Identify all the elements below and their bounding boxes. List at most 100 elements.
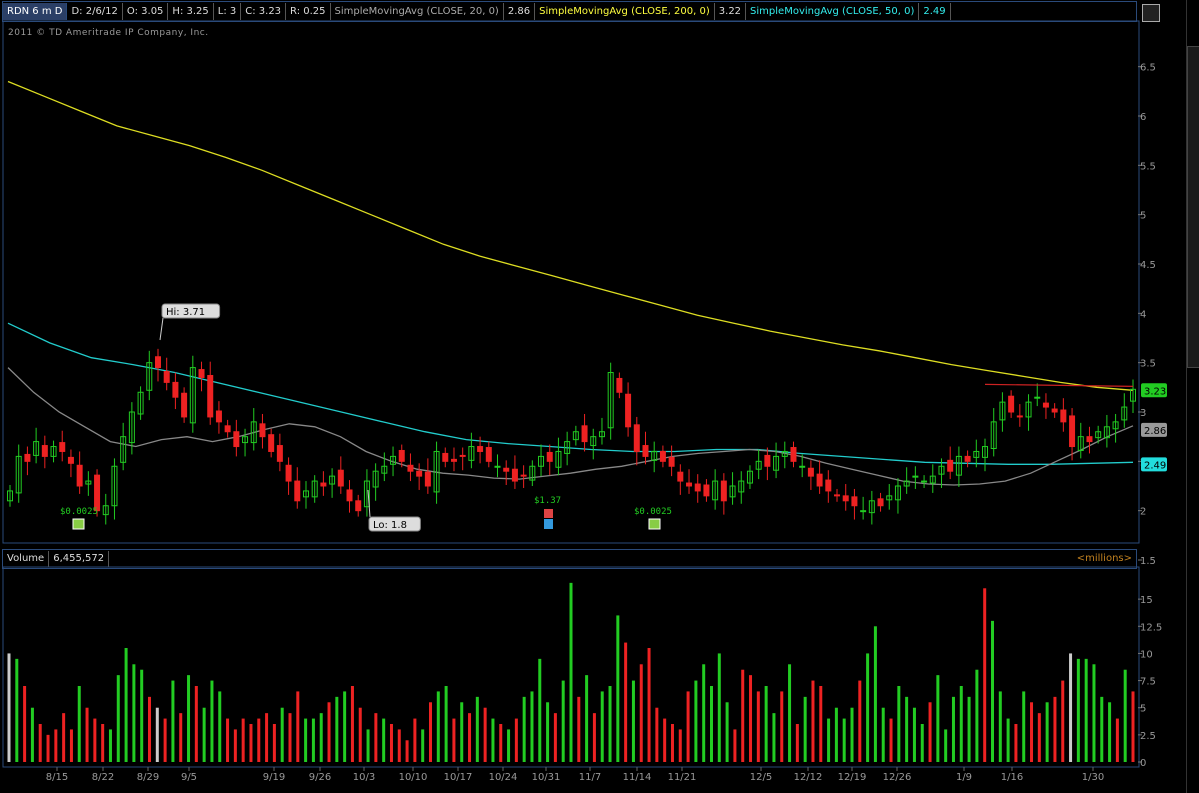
price-tick-label: 5 <box>1140 211 1146 222</box>
volume-bar <box>23 686 27 762</box>
volume-bar <box>226 718 230 762</box>
volume-bar <box>889 718 893 762</box>
volume-bar <box>7 653 11 762</box>
volume-bar <box>15 658 19 762</box>
volume-bar <box>928 702 932 762</box>
candle-body <box>285 464 292 482</box>
volume-bar <box>530 691 534 762</box>
volume-bar <box>249 724 253 762</box>
x-tick-label: 8/29 <box>137 772 159 783</box>
candle-body <box>355 500 362 512</box>
candle-body <box>1034 396 1041 399</box>
volume-bar <box>834 707 838 762</box>
candle-body <box>59 442 66 452</box>
candle-body <box>520 474 527 477</box>
volume-bar <box>452 718 456 762</box>
candle-body <box>442 452 449 462</box>
volume-bar <box>1108 702 1112 762</box>
volume-bar <box>241 718 245 762</box>
volume-bar <box>491 718 495 762</box>
volume-bar <box>444 686 448 762</box>
volume-bar <box>1045 702 1049 762</box>
volume-bar <box>382 718 386 762</box>
volume-bar <box>702 664 706 762</box>
volume-bar <box>413 718 417 762</box>
volume-bar <box>46 734 50 762</box>
volume-tick-label: 2.5 <box>1140 731 1156 742</box>
x-tick-label: 10/24 <box>489 772 518 783</box>
candle-body <box>163 371 170 383</box>
candle-body <box>807 467 814 477</box>
volume-bar <box>499 724 503 762</box>
volume-bar <box>1030 702 1034 762</box>
candle-body <box>1069 415 1076 448</box>
volume-bar <box>148 696 151 762</box>
candle-body <box>424 471 431 487</box>
x-tick-label: 1/16 <box>1001 772 1023 783</box>
volume-bar <box>655 707 659 762</box>
volume-bar <box>1037 713 1041 762</box>
low-annotation: Lo: 1.8 <box>373 520 407 531</box>
candle-body <box>581 425 588 443</box>
volume-bar <box>350 686 354 762</box>
volume-bar <box>343 691 347 762</box>
volume-bar <box>842 718 846 762</box>
volume-bar <box>140 669 144 762</box>
volume-bar <box>1115 718 1119 762</box>
volume-bar <box>187 675 191 762</box>
volume-bar <box>663 718 667 762</box>
volume-bar <box>366 729 370 762</box>
x-tick-label: 8/15 <box>46 772 68 783</box>
price-tick-label: 4 <box>1140 309 1146 320</box>
volume-bar <box>335 696 339 762</box>
volume-bar <box>179 713 183 762</box>
volume-bar <box>717 653 721 762</box>
volume-bar <box>920 724 924 762</box>
x-tick-label: 11/7 <box>579 772 601 783</box>
volume-bar <box>304 718 308 762</box>
candle-body <box>41 445 48 457</box>
volume-bar <box>93 718 97 762</box>
volume-bar <box>265 713 269 762</box>
volume-bar <box>397 729 401 762</box>
volume-bar <box>959 686 963 762</box>
candle-body <box>276 445 283 462</box>
candle-body <box>503 467 510 472</box>
volume-bar <box>1006 718 1010 762</box>
price-tick-label: 5.5 <box>1140 161 1156 172</box>
volume-bar <box>710 686 713 762</box>
volume-bar <box>608 686 612 762</box>
candle-body <box>416 470 423 477</box>
volume-bar <box>163 718 167 762</box>
x-tick-label: 9/26 <box>309 772 331 783</box>
volume-bar <box>460 702 464 762</box>
volume-bar <box>405 740 409 762</box>
price-chart[interactable]: 1.5 2 2.5 3 3.5 4 4.5 5 5.5 6 6.5 Hi: 3.71 Lo: 1.8 $0… <box>0 0 1186 793</box>
candle-body <box>294 480 301 502</box>
candle-body <box>268 434 275 452</box>
volume-bar <box>272 724 276 762</box>
candle-body <box>921 480 928 483</box>
earnings-icon <box>544 519 553 529</box>
volume-bar <box>202 707 206 762</box>
x-tick-label: 10/10 <box>399 772 428 783</box>
volume-bar <box>1061 680 1065 762</box>
volume-bar <box>991 620 994 762</box>
candle-body <box>912 475 919 478</box>
volume-bar <box>210 680 214 762</box>
scrollbar-thumb[interactable] <box>1187 46 1199 368</box>
price-tick-label: 2 <box>1140 507 1146 518</box>
volume-bar <box>881 707 885 762</box>
candle-body <box>1060 409 1067 423</box>
x-tick-label: 12/19 <box>838 772 867 783</box>
earnings-phone-icon <box>544 509 553 518</box>
volume-tick-label: 0 <box>1140 758 1146 769</box>
volume-bar <box>30 707 34 762</box>
volume-bar <box>1100 696 1104 762</box>
x-tick-label: 10/31 <box>532 772 561 783</box>
volume-bar <box>858 680 862 762</box>
candle-body <box>625 393 632 428</box>
price-tick-label: 3 <box>1140 408 1146 419</box>
volume-bar <box>670 724 674 762</box>
candle-body <box>233 431 240 448</box>
